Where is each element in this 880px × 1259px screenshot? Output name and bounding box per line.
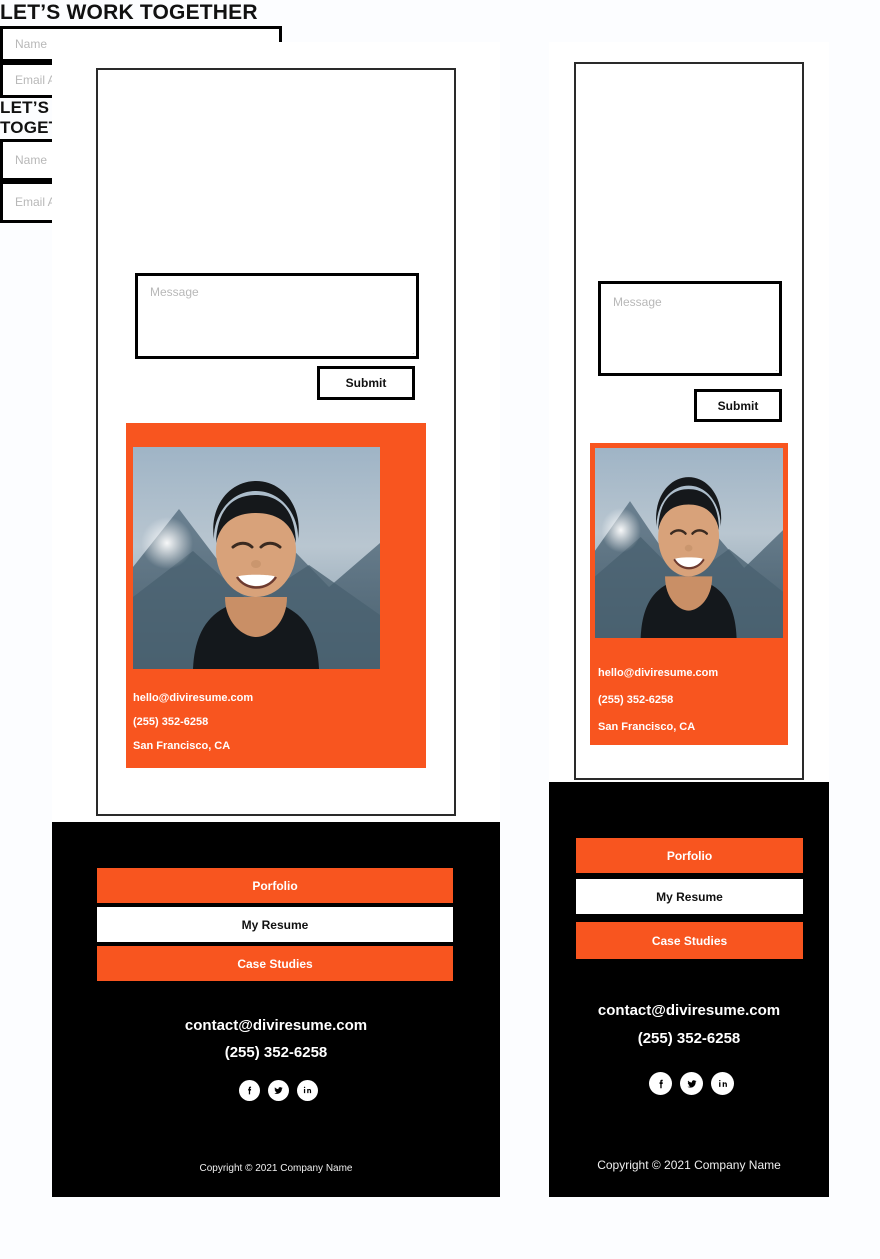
nav-button-portfolio[interactable]: Porfolio <box>97 868 453 903</box>
profile-photo <box>133 447 380 669</box>
resize-handle-icon[interactable] <box>406 346 414 354</box>
contact-email-mobile: hello@diviresume.com <box>598 667 719 679</box>
nav-button-my-resume-mobile[interactable]: My Resume <box>576 879 803 914</box>
submit-button[interactable]: Submit <box>317 366 415 400</box>
contact-location-mobile: San Francisco, CA <box>598 721 696 733</box>
nav-button-my-resume[interactable]: My Resume <box>97 907 453 942</box>
profile-photo-mobile <box>595 448 783 638</box>
contact-email: hello@diviresume.com <box>133 692 254 704</box>
name-input-placeholder-mobile: Name <box>15 153 48 168</box>
social-links-mobile <box>649 1072 734 1095</box>
facebook-icon[interactable] <box>239 1080 260 1101</box>
twitter-icon-mobile[interactable] <box>680 1072 703 1095</box>
facebook-icon-mobile[interactable] <box>649 1072 672 1095</box>
twitter-icon[interactable] <box>268 1080 289 1101</box>
copyright-text-mobile: Copyright © 2021 Company Name <box>597 1158 781 1172</box>
footer-email-mobile[interactable]: contact@diviresume.com <box>549 1002 829 1019</box>
resize-handle-icon-mobile[interactable] <box>769 363 777 371</box>
contact-phone-mobile: (255) 352-6258 <box>598 694 674 706</box>
linkedin-icon[interactable] <box>297 1080 318 1101</box>
footer-email[interactable]: contact@diviresume.com <box>52 1017 500 1034</box>
contact-location: San Francisco, CA <box>133 740 231 752</box>
linkedin-icon-mobile[interactable] <box>711 1072 734 1095</box>
social-links <box>239 1080 318 1101</box>
page-title: LET’S WORK TOGETHER <box>0 1 258 24</box>
nav-button-case-studies-mobile[interactable]: Case Studies <box>576 922 803 959</box>
message-textarea-placeholder: Message <box>150 285 199 299</box>
nav-button-portfolio-mobile[interactable]: Porfolio <box>576 838 803 873</box>
message-textarea-mobile[interactable]: Message <box>598 281 782 376</box>
message-textarea[interactable]: Message <box>135 273 419 359</box>
name-input-placeholder: Name <box>15 36 48 51</box>
footer-phone-mobile[interactable]: (255) 352-6258 <box>549 1030 829 1047</box>
message-textarea-placeholder-mobile: Message <box>613 295 662 309</box>
comparison-stage: LET’S WORK TOGETHER Name Email Address M… <box>0 0 880 1259</box>
nav-button-case-studies[interactable]: Case Studies <box>97 946 453 981</box>
copyright-text: Copyright © 2021 Company Name <box>199 1163 353 1174</box>
contact-phone: (255) 352-6258 <box>133 716 209 728</box>
submit-button-mobile[interactable]: Submit <box>694 389 782 422</box>
footer-phone[interactable]: (255) 352-6258 <box>52 1044 500 1061</box>
